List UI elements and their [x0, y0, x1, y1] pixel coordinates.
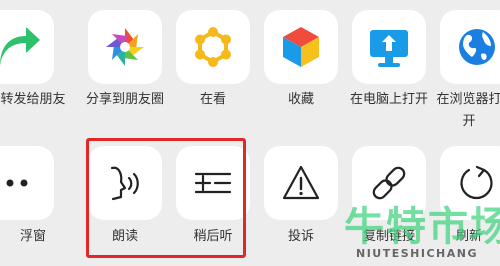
- tile-open-in-browser[interactable]: [440, 10, 500, 84]
- globe-icon: [459, 29, 495, 65]
- wow-star-icon: [195, 27, 231, 67]
- more-dots-icon: [6, 179, 28, 187]
- label-favorite: 收藏: [287, 92, 314, 107]
- highlight-box: [86, 138, 246, 258]
- label-share-to-moments: 分享到朋友圈: [85, 92, 164, 107]
- tile-favorite[interactable]: [264, 10, 338, 84]
- tile-share-to-moments[interactable]: [88, 10, 162, 84]
- label-floating-window: 浮窗: [19, 229, 46, 244]
- label-share-to-friend: 转发给朋友: [0, 92, 66, 107]
- tile-report[interactable]: [264, 146, 338, 220]
- tile-open-on-pc[interactable]: [352, 10, 426, 84]
- watermark-english: NIUTESHICHANG: [356, 247, 478, 260]
- share-arrow-icon: [0, 27, 40, 66]
- label-open-in-browser: 在浏览器打开: [436, 92, 500, 129]
- label-wow: 在看: [199, 92, 226, 107]
- label-report: 投诉: [287, 229, 314, 244]
- tile-wow[interactable]: [176, 10, 250, 84]
- warning-icon: [282, 165, 320, 200]
- watermark-chinese: 牛特市场: [344, 204, 500, 250]
- tile-floating-window[interactable]: [0, 146, 54, 220]
- cube-favorite-icon: [283, 27, 319, 67]
- monitor-upload-icon: [370, 30, 408, 67]
- tile-share-to-friend[interactable]: [0, 10, 54, 84]
- label-open-on-pc: 在电脑上打开: [349, 92, 428, 107]
- moments-aperture-icon: [106, 28, 144, 66]
